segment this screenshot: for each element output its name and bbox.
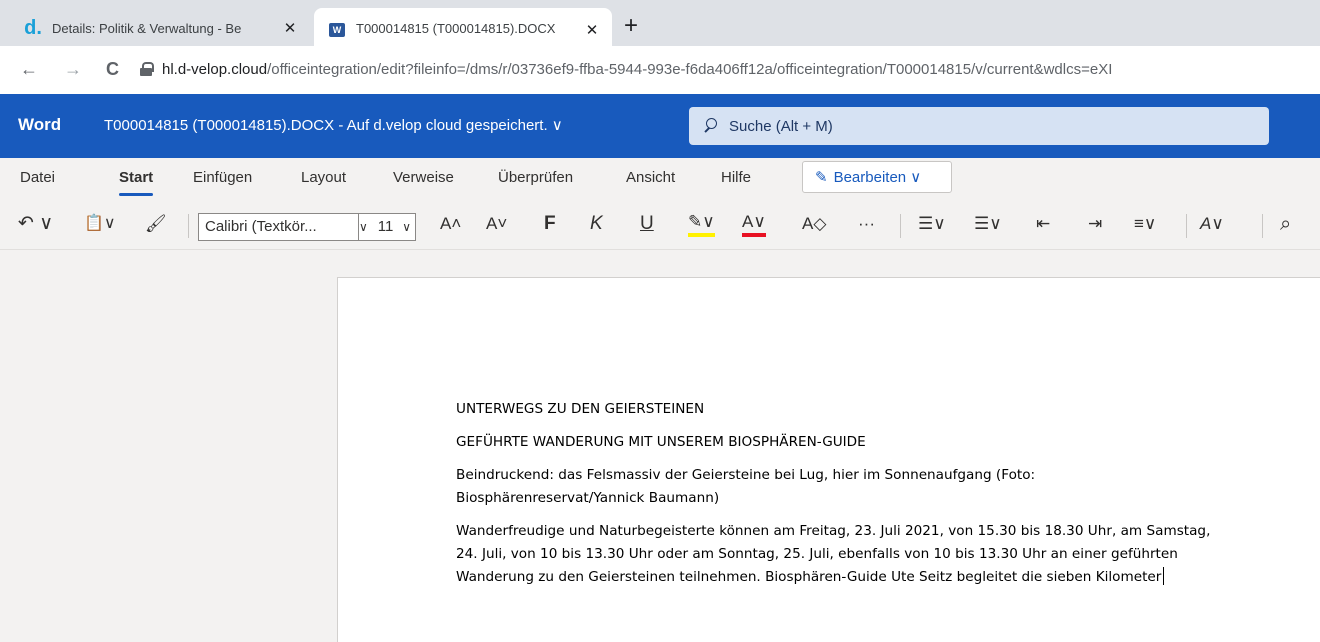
font-size-select[interactable]: 11 xyxy=(372,214,402,240)
decrease-indent-icon[interactable]: ⇤ xyxy=(1036,211,1050,237)
word-title-bar: Word T000014815 (T000014815).DOCX - Auf … xyxy=(0,94,1320,158)
browser-tab-details[interactable]: d. Details: Politik & Verwaltung - Be ✕ xyxy=(10,8,310,48)
edit-mode-label: Bearbeiten ∨ xyxy=(833,169,922,186)
text-cursor xyxy=(1163,567,1165,585)
find-icon[interactable]: ⌕ xyxy=(1280,211,1291,237)
chevron-down-icon[interactable]: ∨ xyxy=(402,214,415,240)
tab-hilfe[interactable]: Hilfe xyxy=(721,169,751,186)
paste-icon[interactable]: 📋∨ xyxy=(84,211,116,237)
new-tab-button[interactable]: + xyxy=(624,14,638,38)
document-title[interactable]: T000014815 (T000014815).DOCX - Auf d.vel… xyxy=(104,116,563,134)
tab-title: Details: Politik & Verwaltung - Be xyxy=(52,20,242,36)
url-input[interactable]: hl.d-velop.cloud /officeintegration/edit… xyxy=(140,54,1320,84)
paragraph[interactable]: Beindruckend: das Felsmassiv der Geierst… xyxy=(456,464,1216,510)
more-options-icon[interactable]: ··· xyxy=(858,211,875,237)
reload-button[interactable]: C xyxy=(106,58,119,80)
document-canvas: UNTERWEGS ZU DEN GEIERSTEINEN GEFÜHRTE W… xyxy=(0,250,1320,642)
bullets-icon[interactable]: ☰∨ xyxy=(918,211,946,237)
clear-format-icon[interactable]: A◇ xyxy=(802,211,826,237)
toolbar-divider xyxy=(1186,214,1187,238)
format-painter-icon[interactable]: 🖌 xyxy=(145,211,167,237)
word-icon: W xyxy=(328,21,346,39)
font-controls: Calibri (Textkör... ∨ 11 ∨ xyxy=(198,213,416,241)
address-bar-row: ← → C hl.d-velop.cloud /officeintegratio… xyxy=(0,46,1320,94)
d-velop-icon: d. xyxy=(24,17,42,39)
undo-icon[interactable]: ↶ ∨ xyxy=(18,211,53,237)
font-color-icon[interactable]: A∨ xyxy=(742,211,766,237)
forward-button[interactable]: → xyxy=(64,58,82,80)
paragraph[interactable]: UNTERWEGS ZU DEN GEIERSTEINEN xyxy=(456,398,1216,421)
search-placeholder: Suche (Alt + M) xyxy=(729,117,833,135)
underline-icon[interactable]: U xyxy=(640,211,654,237)
tab-layout[interactable]: Layout xyxy=(301,169,346,186)
font-name-select[interactable]: Calibri (Textkör... xyxy=(199,214,359,240)
tab-einfuegen[interactable]: Einfügen xyxy=(193,169,252,186)
paragraph[interactable]: GEFÜHRTE WANDERUNG MIT UNSEREM BIOSPHÄRE… xyxy=(456,431,1216,454)
document-body[interactable]: UNTERWEGS ZU DEN GEIERSTEINEN GEFÜHRTE W… xyxy=(456,398,1216,599)
ribbon: Datei Start Einfügen Layout Verweise Übe… xyxy=(0,158,1320,250)
align-icon[interactable]: ≡∨ xyxy=(1134,211,1156,237)
search-input[interactable]: Suche (Alt + M) xyxy=(689,107,1269,145)
bold-icon[interactable]: F xyxy=(544,211,556,237)
tab-datei[interactable]: Datei xyxy=(20,169,55,186)
toolbar: ↶ ∨ 📋∨ 🖌 Calibri (Textkör... ∨ 11 ∨ A˄ A… xyxy=(0,206,1320,246)
styles-icon[interactable]: A∨ xyxy=(1200,211,1224,237)
tab-title: T000014815 (T000014815).DOCX xyxy=(356,21,556,36)
url-host: hl.d-velop.cloud xyxy=(162,60,268,78)
toolbar-divider xyxy=(1262,214,1263,238)
tab-ueberpruefen[interactable]: Überprüfen xyxy=(498,169,573,186)
increase-indent-icon[interactable]: ⇥ xyxy=(1088,211,1102,237)
search-icon xyxy=(703,118,719,134)
paragraph-last[interactable]: Wanderfreudige und Naturbegeisterte könn… xyxy=(456,520,1216,589)
chevron-down-icon[interactable]: ∨ xyxy=(359,214,372,240)
ribbon-tabs: Datei Start Einfügen Layout Verweise Übe… xyxy=(0,158,1320,198)
grow-font-icon[interactable]: A˄ xyxy=(440,211,461,237)
paragraph-text: Wanderfreudige und Naturbegeisterte könn… xyxy=(456,523,1211,585)
toolbar-divider xyxy=(900,214,901,238)
tab-start[interactable]: Start xyxy=(119,169,154,196)
tab-verweise[interactable]: Verweise xyxy=(393,169,454,186)
shrink-font-icon[interactable]: A˅ xyxy=(486,211,507,237)
app-name[interactable]: Word xyxy=(18,115,61,135)
close-icon[interactable]: ✕ xyxy=(582,21,602,39)
numbering-icon[interactable]: ☰∨ xyxy=(974,211,1002,237)
lock-icon xyxy=(140,62,154,76)
pencil-icon: ✎ xyxy=(815,169,828,186)
highlight-icon[interactable]: ✎∨ xyxy=(688,211,715,237)
tab-ansicht[interactable]: Ansicht xyxy=(626,169,675,186)
close-icon[interactable]: ✕ xyxy=(280,19,300,37)
url-path: /officeintegration/edit?fileinfo=/dms/r/… xyxy=(267,60,1113,78)
document-page[interactable]: UNTERWEGS ZU DEN GEIERSTEINEN GEFÜHRTE W… xyxy=(337,277,1320,642)
toolbar-divider xyxy=(188,214,189,238)
italic-icon[interactable]: K xyxy=(590,211,603,237)
back-button[interactable]: ← xyxy=(20,58,38,80)
edit-mode-button[interactable]: ✎ Bearbeiten ∨ xyxy=(802,161,952,193)
